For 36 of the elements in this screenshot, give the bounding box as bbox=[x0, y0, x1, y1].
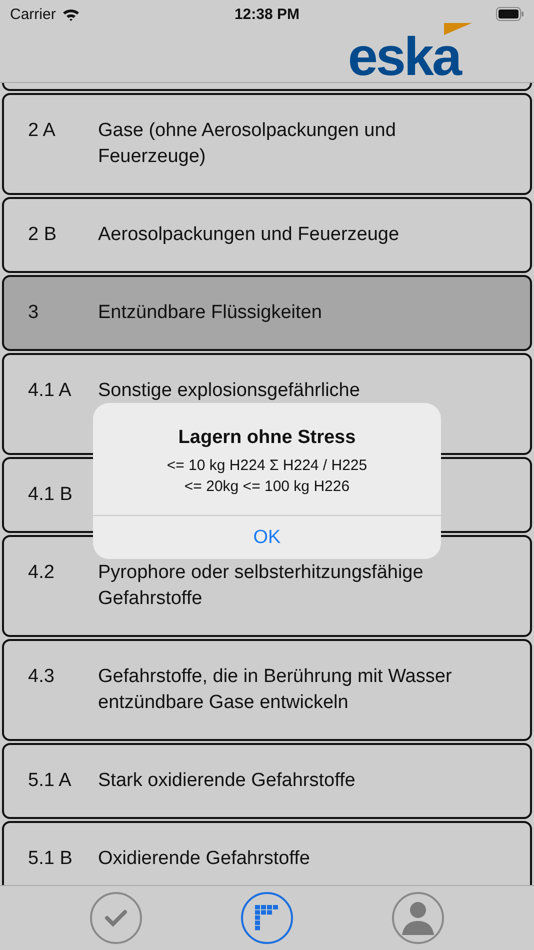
class-code: 4.2 bbox=[28, 561, 56, 585]
list-row[interactable]: 5.1 B Oxidierende Gefahrstoffe bbox=[2, 821, 532, 885]
logo-accent-icon bbox=[444, 23, 472, 35]
class-code: 2 B bbox=[28, 223, 58, 247]
class-name: Sonstige explosionsgefährliche bbox=[98, 379, 361, 403]
tab-button[interactable] bbox=[90, 892, 142, 944]
class-name: Stark oxidierende Gefahrstoffe bbox=[98, 769, 356, 793]
class-name: Gase (ohne Aerosolpackungen und Feuerzeuge) bbox=[98, 119, 397, 169]
list-row[interactable]: 2 B Aerosolpackungen und Feuerzeuge bbox=[2, 197, 532, 273]
logo: eska bbox=[346, 35, 462, 79]
class-name: Entzündbare Flüssigkeiten bbox=[98, 301, 323, 325]
list-row[interactable]: 2 A Gase (ohne Aerosolpackungen und Feuerzeuge) bbox=[2, 93, 532, 195]
class-name: Oxidierende Gefahrstoffe bbox=[98, 847, 311, 871]
list-row[interactable]: 5.1 A Stark oxidierende Gefahrstoffe bbox=[2, 743, 532, 819]
tab-button[interactable] bbox=[392, 892, 444, 944]
class-code: 5.1 A bbox=[28, 769, 72, 793]
class-code: 5.1 B bbox=[28, 847, 74, 871]
battery-icon bbox=[496, 7, 524, 21]
class-name: Gefahrstoffe, die in Berührung mit Wasser entzündbare Gase entwickeln bbox=[98, 665, 453, 715]
grid-icon bbox=[252, 904, 281, 932]
alert-title: Lagern ohne Stress bbox=[178, 427, 356, 449]
alert-message: <= 10 kg H224 Σ H224 / H225 <= 20kg <= 100 kg H226 bbox=[166, 456, 368, 497]
checkmark-icon bbox=[104, 909, 128, 927]
tab-button[interactable] bbox=[240, 892, 293, 944]
carrier-label: Carrier bbox=[10, 6, 56, 22]
class-code: 4.1 A bbox=[28, 379, 72, 403]
class-code: 4.1 B bbox=[28, 483, 74, 507]
class-name: Pyrophore oder selbsterhitzungsfähige Gefahrstoffe bbox=[98, 561, 424, 611]
status-time: 12:38 PM bbox=[233, 6, 301, 22]
class-code: 4.3 bbox=[28, 665, 56, 689]
wifi-icon bbox=[62, 8, 80, 20]
class-name: Aerosolpackungen und Feuerzeuge bbox=[98, 223, 400, 247]
list-row[interactable]: 4.3 Gefahrstoffe, die in Berührung mit Wasser entzündbare Gase entwickeln bbox=[2, 639, 532, 741]
list-row[interactable]: 3 Entzündbare Flüssigkeiten bbox=[2, 275, 532, 351]
class-code: 3 bbox=[28, 301, 40, 325]
class-code: 2 A bbox=[28, 119, 56, 143]
